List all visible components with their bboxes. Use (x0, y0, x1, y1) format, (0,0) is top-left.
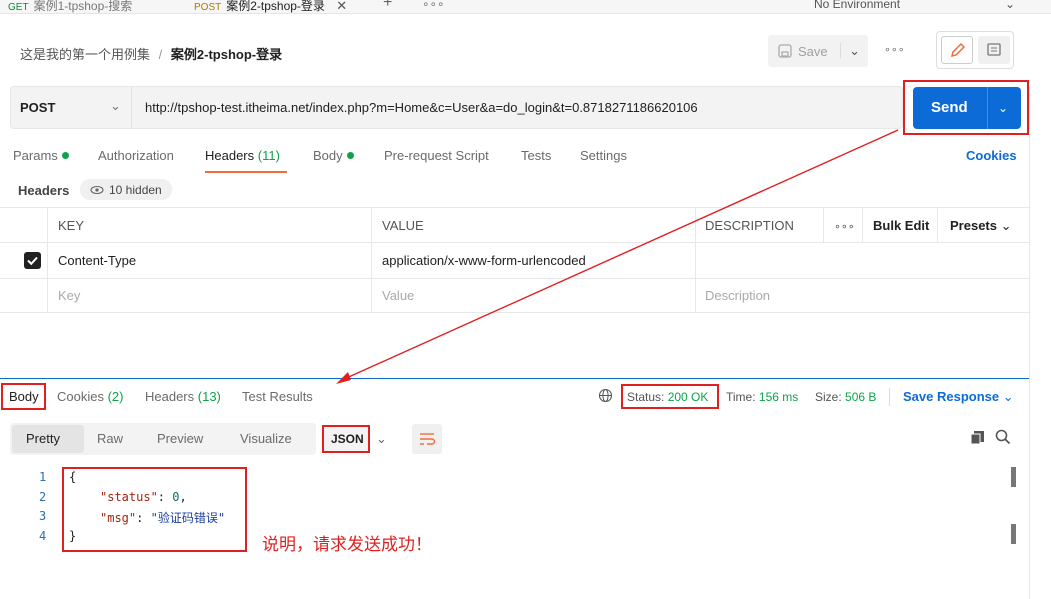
annotation-arrow (336, 129, 899, 384)
